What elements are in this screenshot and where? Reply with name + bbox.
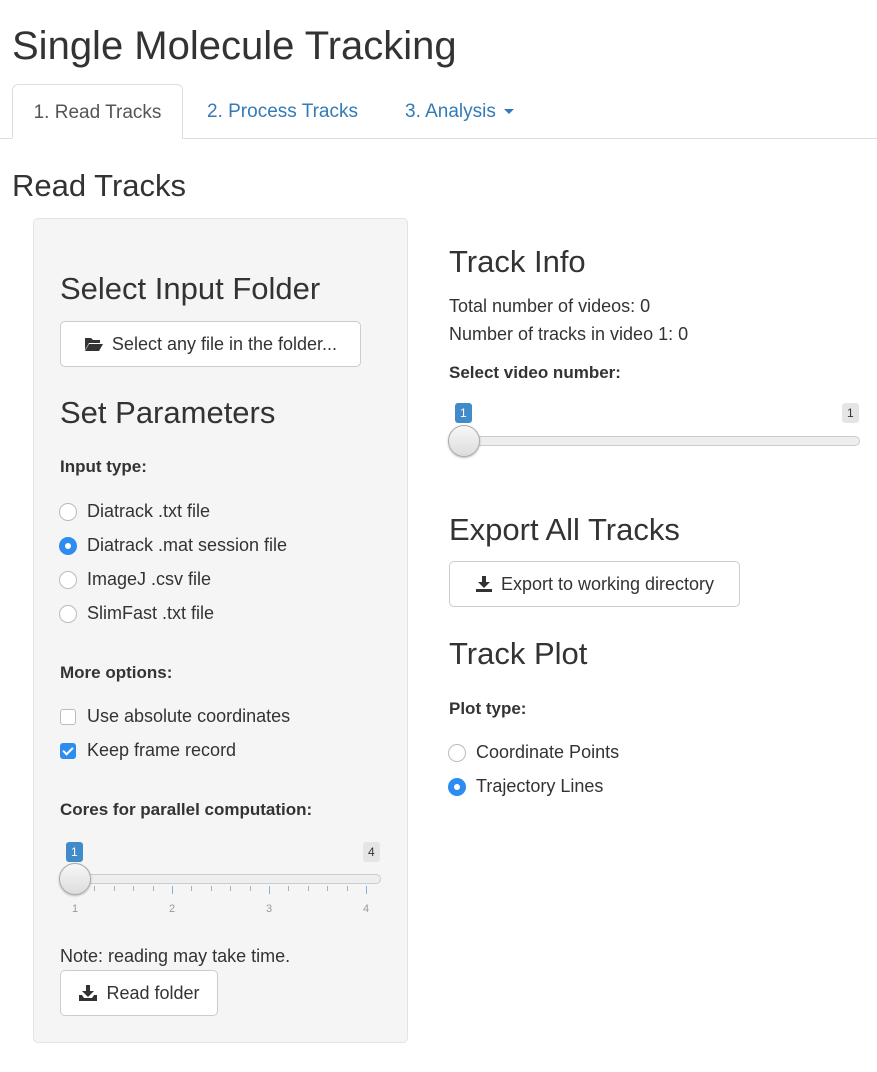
radio-label: Coordinate Points xyxy=(476,742,620,762)
cores-minor-tick xyxy=(210,886,212,891)
inbox-download-icon xyxy=(79,985,98,1001)
checkbox-label: Keep frame record xyxy=(87,740,237,760)
video-slider-max-badge: 1 xyxy=(842,403,859,423)
cores-minor-tick xyxy=(191,886,193,891)
cores-minor-tick xyxy=(327,886,329,891)
radio-slimfast-txt[interactable] xyxy=(59,605,77,623)
cores-slider-value-badge: 1 xyxy=(66,842,83,862)
radio-imagej-csv[interactable] xyxy=(59,571,77,589)
cores-tick-label: 4 xyxy=(362,903,370,915)
cores-minor-tick xyxy=(113,886,115,891)
track-info-heading: Track Info xyxy=(449,244,586,279)
input-type-label: Input type: xyxy=(60,457,147,476)
cores-major-tick xyxy=(366,886,367,894)
tab-analysis[interactable]: 3. Analysis xyxy=(405,84,514,139)
reading-note: Note: reading may take time. xyxy=(60,946,291,966)
read-folder-button-label: Read folder xyxy=(106,982,200,1003)
radio-label: Diatrack .mat session file xyxy=(87,535,288,555)
radio-label: ImageJ .csv file xyxy=(87,569,212,589)
video-number-label: Select video number: xyxy=(449,363,621,382)
radio-label: Diatrack .txt file xyxy=(87,501,211,521)
cores-tick-label: 1 xyxy=(71,903,79,915)
select-folder-button-label: Select any file in the folder... xyxy=(111,333,338,354)
checkbox-absolute-coordinates[interactable] xyxy=(60,709,76,725)
download-icon xyxy=(475,576,492,592)
cores-minor-tick xyxy=(133,886,135,891)
tab-process-tracks[interactable]: 2. Process Tracks xyxy=(207,84,358,139)
cores-minor-tick xyxy=(346,886,348,891)
cores-tick-label: 2 xyxy=(168,903,176,915)
radio-diatrack-txt[interactable] xyxy=(59,503,77,521)
caret-down-icon xyxy=(503,109,514,115)
radio-diatrack-mat[interactable] xyxy=(59,537,77,555)
select-folder-heading: Select Input Folder xyxy=(60,271,321,306)
tracks-in-video-text: Number of tracks in video 1: 0 xyxy=(449,324,689,344)
more-options-label: More options: xyxy=(60,663,173,682)
checkbox-keep-frame-record[interactable] xyxy=(60,743,76,759)
export-button[interactable]: Export to working directory xyxy=(449,561,740,607)
checkbox-label: Use absolute coordinates xyxy=(87,706,291,726)
folder-open-icon xyxy=(84,338,103,351)
app-title: Single Molecule Tracking xyxy=(12,24,457,68)
cores-major-tick xyxy=(269,886,270,894)
tab-read-tracks-label: 1. Read Tracks xyxy=(33,102,162,123)
radio-label: Trajectory Lines xyxy=(476,776,604,796)
cores-minor-tick xyxy=(230,886,232,891)
radio-label: SlimFast .txt file xyxy=(87,603,215,623)
radio-coordinate-points[interactable] xyxy=(448,744,466,762)
set-parameters-heading: Set Parameters xyxy=(60,395,276,430)
track-plot-heading: Track Plot xyxy=(449,636,588,671)
video-slider-value-badge: 1 xyxy=(455,403,472,423)
tab-read-tracks[interactable]: 1. Read Tracks xyxy=(12,84,183,139)
radio-trajectory-lines[interactable] xyxy=(448,778,466,796)
tab-analysis-label: 3. Analysis xyxy=(405,101,496,122)
page-heading: Read Tracks xyxy=(12,168,187,203)
video-slider-track[interactable] xyxy=(449,436,860,446)
export-button-label: Export to working directory xyxy=(500,573,715,594)
cores-minor-tick xyxy=(288,886,290,891)
cores-slider-handle[interactable] xyxy=(59,863,91,895)
plot-type-label: Plot type: xyxy=(449,699,527,718)
export-heading: Export All Tracks xyxy=(449,512,680,547)
cores-label: Cores for parallel computation: xyxy=(60,800,313,819)
cores-slider-max-badge: 4 xyxy=(363,842,380,862)
tab-process-tracks-label: 2. Process Tracks xyxy=(207,101,358,122)
video-slider-handle[interactable] xyxy=(448,425,480,457)
cores-major-tick xyxy=(172,886,173,894)
cores-minor-tick xyxy=(249,886,251,891)
cores-minor-tick xyxy=(307,886,309,891)
cores-tick-label: 3 xyxy=(265,903,273,915)
cores-slider-track[interactable] xyxy=(60,874,381,884)
read-folder-button[interactable]: Read folder xyxy=(60,970,218,1016)
select-folder-button[interactable]: Select any file in the folder... xyxy=(60,321,361,367)
cores-minor-tick xyxy=(152,886,154,891)
total-videos-text: Total number of videos: 0 xyxy=(449,296,651,316)
cores-minor-tick xyxy=(94,886,96,891)
